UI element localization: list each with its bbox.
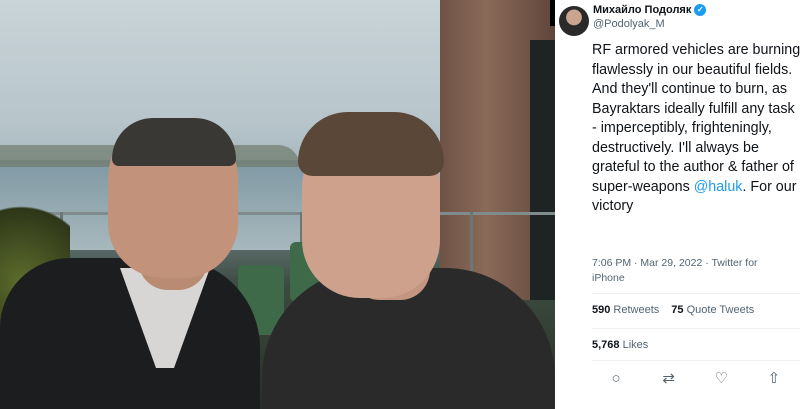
author-row[interactable]: Михайло Подоляк ✓ [593,4,794,16]
retweets-stat[interactable]: 590 Retweets [592,304,659,316]
tweet-photo[interactable] [0,0,555,409]
likes-label: Likes [622,339,649,351]
author-handle[interactable]: @Podolyak_M [593,18,794,30]
quote-tweets-stat[interactable]: 75 Quote Tweets [671,304,754,316]
retweet-stats: 590 Retweets 75 Quote Tweets [592,304,754,316]
tweet-text-part-1: RF armored vehicles are burning flawless… [592,42,800,195]
divider [592,293,800,294]
tweet-header: Михайло Подоляк ✓ @Podolyak_M [559,4,794,42]
reply-icon[interactable]: ○ [605,368,627,390]
avatar[interactable] [559,6,589,36]
store-banner [530,40,555,300]
person-left-hair [112,118,236,166]
likes-count: 5,768 [592,339,620,351]
quote-count: 75 [671,304,684,316]
verified-badge-icon: ✓ [694,4,707,16]
share-icon[interactable]: ⇧ [763,368,785,390]
mention-link[interactable]: @haluk [694,179,743,195]
likes-stat[interactable]: 5,768 Likes [592,339,648,351]
tweet-text: RF armored vehicles are burning flawless… [592,41,800,217]
tweet-actions: ○ ⇄ ♡ ⇧ [605,368,785,390]
retweet-icon[interactable]: ⇄ [658,368,680,390]
person-right-hair [298,112,444,176]
tweet-panel: Михайло Подоляк ✓ @Podolyak_M RF armored… [555,0,800,409]
retweets-label: Retweets [613,304,660,316]
divider [592,360,800,361]
tweet-timestamp[interactable]: 7:06 PM · Mar 29, 2022 · Twitter for iPh… [592,256,792,285]
retweets-count: 590 [592,304,611,316]
divider [592,328,800,329]
like-icon[interactable]: ♡ [710,368,732,390]
author-name[interactable]: Михайло Подоляк [593,4,691,16]
quote-label: Quote Tweets [686,304,755,316]
